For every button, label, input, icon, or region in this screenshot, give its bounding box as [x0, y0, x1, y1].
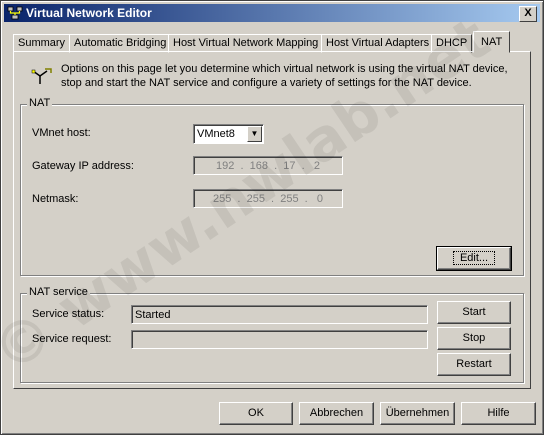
nat-group-label: NAT: [27, 97, 53, 109]
gateway-ip-field[interactable]: 192 . 168 . 17 . 2: [193, 156, 343, 175]
netmask-field[interactable]: 255 . 255 . 255 . 0: [193, 189, 343, 208]
window-title: Virtual Network Editor: [26, 6, 152, 20]
chevron-down-icon[interactable]: ▼: [247, 126, 262, 142]
ok-button[interactable]: OK: [219, 402, 293, 425]
cancel-button[interactable]: Abbrechen: [299, 402, 374, 425]
nat-device-icon: [31, 68, 52, 84]
start-button[interactable]: Start: [437, 301, 511, 324]
netmask-label: Netmask:: [32, 193, 79, 205]
close-icon: X: [524, 7, 532, 19]
apply-button[interactable]: Übernehmen: [380, 402, 455, 425]
help-button[interactable]: Hilfe: [461, 402, 536, 425]
info-text: Options on this page let you determine w…: [61, 63, 508, 89]
title-bar[interactable]: Virtual Network Editor X: [4, 4, 540, 22]
vmnet-host-label: VMnet host:: [32, 127, 91, 139]
edit-button[interactable]: Edit...: [436, 246, 512, 271]
vmnet-host-value: VMnet8: [197, 128, 235, 140]
service-request-field: [131, 330, 428, 349]
vmnet-host-select[interactable]: VMnet8 ▼: [193, 124, 264, 144]
stop-button[interactable]: Stop: [437, 327, 511, 350]
gateway-ip-label: Gateway IP address:: [32, 160, 134, 172]
close-button[interactable]: X: [519, 6, 537, 22]
tab-nat[interactable]: NAT: [473, 31, 511, 53]
service-status-label: Service status:: [32, 308, 105, 320]
virtual-network-editor-window: Virtual Network Editor X Summary Automat…: [0, 0, 544, 435]
nat-service-group-label: NAT service: [27, 286, 90, 298]
service-status-field: Started: [131, 305, 428, 324]
service-request-label: Service request:: [32, 333, 112, 345]
restart-button[interactable]: Restart: [437, 353, 511, 376]
network-app-icon: [7, 6, 23, 20]
edit-button-label: Edit...: [452, 251, 496, 265]
